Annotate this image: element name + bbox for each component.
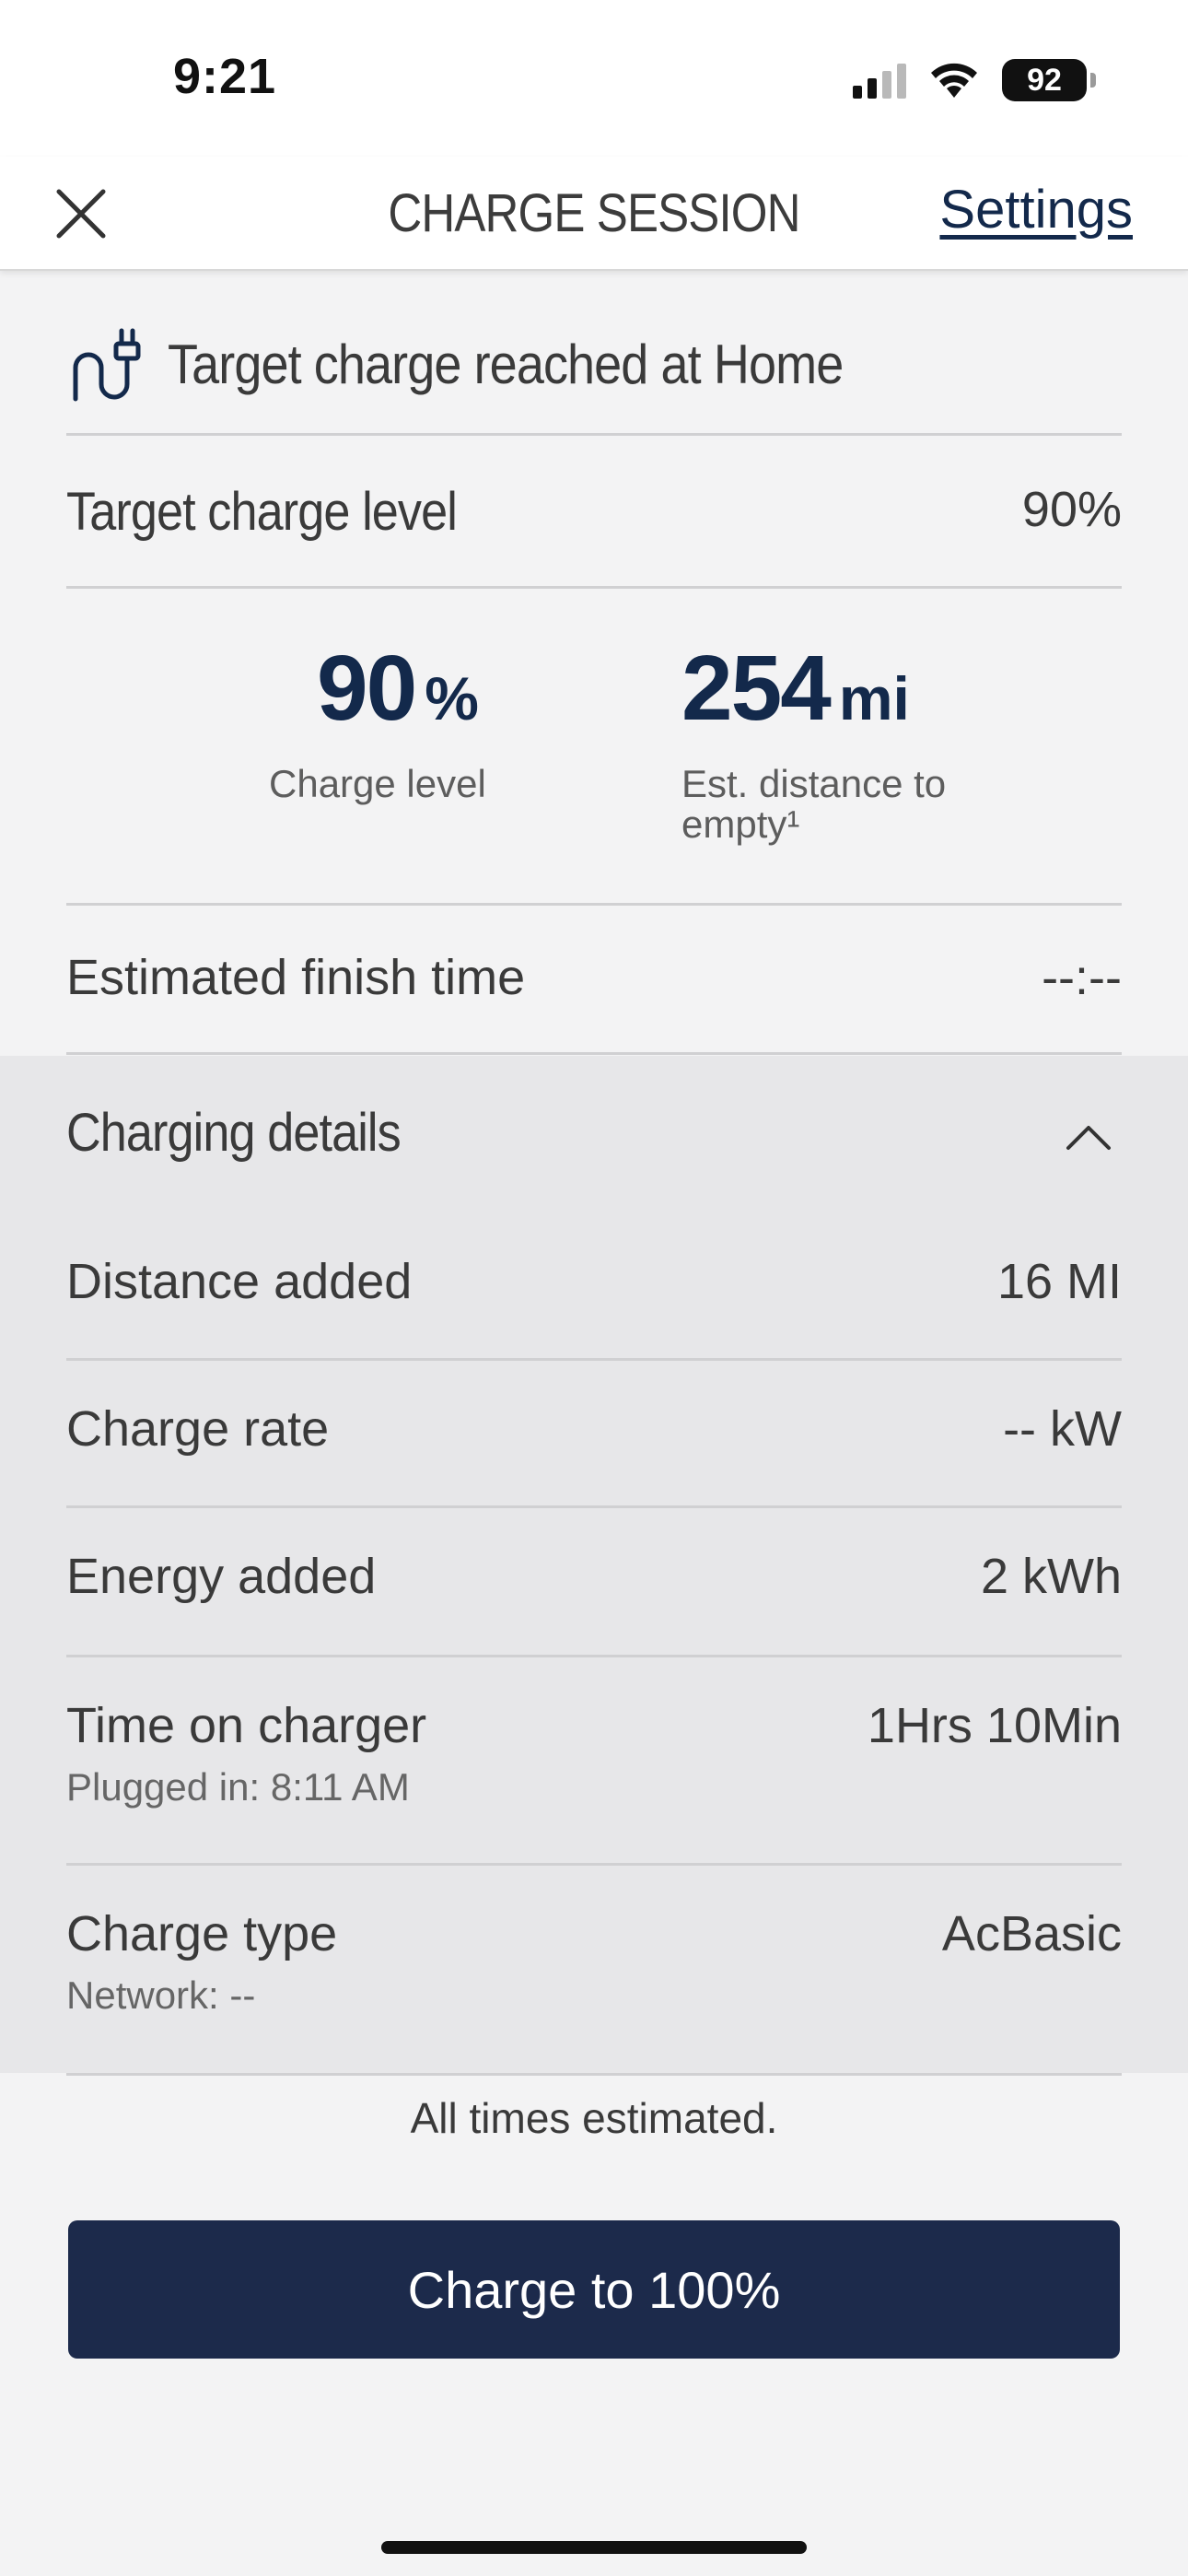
estimate-footnote: All times estimated. <box>410 2094 778 2142</box>
detail-row-charge-type: Charge type Network: -- AcBasic <box>66 1905 1122 2018</box>
divider <box>66 1505 1122 1508</box>
finish-time-value: --:-- <box>1042 950 1122 1005</box>
target-charge-row[interactable]: Target charge level 90% <box>66 481 1122 543</box>
battery-icon: 92 <box>1002 59 1096 101</box>
battery-level: 92 <box>1027 62 1062 98</box>
charge-status-text: Target charge reached at Home <box>168 333 844 395</box>
target-charge-value: 90% <box>1021 482 1122 537</box>
detail-row-energy-added: Energy added 2 kWh <box>66 1548 1122 1605</box>
cellular-signal-icon <box>853 62 906 99</box>
divider <box>66 1863 1122 1866</box>
detail-sublabel: Network: -- <box>66 1973 256 2017</box>
range-caption: Est. distance to empty¹ <box>681 760 946 849</box>
detail-value: -- kW <box>1003 1401 1122 1457</box>
detail-row-time-on-charger: Time on charger Plugged in: 8:11 AM 1Hrs… <box>66 1697 1122 1809</box>
detail-value: 2 kWh <box>980 1549 1122 1604</box>
finish-time-row: Estimated finish time --:-- <box>66 949 1122 1006</box>
finish-time-label: Estimated finish time <box>66 950 526 1005</box>
charging-details-title: Charging details <box>66 1103 402 1163</box>
settings-link[interactable]: Settings <box>939 179 1133 240</box>
charge-level-caption: Charge level <box>269 762 486 805</box>
charge-session-screen: 9:21 92 CHARGE SESSION Settings Target c… <box>0 0 1188 2576</box>
status-time: 9:21 <box>173 49 277 104</box>
target-charge-label: Target charge level <box>66 482 458 542</box>
wifi-icon <box>931 63 977 98</box>
detail-label: Charge rate <box>66 1401 330 1457</box>
chevron-up-icon <box>1066 1126 1111 1150</box>
home-indicator[interactable] <box>381 2541 807 2554</box>
detail-value: 1Hrs 10Min <box>867 1698 1122 1753</box>
top-nav-bar: CHARGE SESSION Settings <box>0 157 1188 271</box>
charge-level-value: 90 <box>317 637 417 740</box>
range-unit: mi <box>838 664 910 732</box>
charging-details-toggle[interactable]: Charging details <box>66 1102 1122 1176</box>
detail-label: Energy added <box>66 1549 377 1604</box>
charge-level-unit: % <box>425 664 479 732</box>
detail-row-charge-rate: Charge rate -- kW <box>66 1400 1122 1458</box>
plug-icon <box>73 328 141 402</box>
charge-to-100-button[interactable]: Charge to 100% <box>68 2220 1120 2359</box>
detail-sublabel: Plugged in: 8:11 AM <box>66 1765 410 1809</box>
detail-label: Distance added <box>66 1254 413 1309</box>
divider <box>66 1358 1122 1361</box>
divider <box>66 1655 1122 1657</box>
divider <box>66 1052 1122 1055</box>
charge-status-notice: Target charge reached at Home <box>66 313 1122 415</box>
divider <box>66 903 1122 906</box>
range-value: 254 <box>681 637 832 740</box>
charge-level-stat: 90 % Charge level <box>269 636 486 808</box>
detail-value: AcBasic <box>941 1906 1122 1961</box>
divider <box>66 2073 1122 2076</box>
status-icons: 92 <box>853 57 1096 103</box>
range-stat: 254 mi Est. distance to empty¹ <box>681 636 946 849</box>
divider <box>66 433 1122 436</box>
detail-value: 16 MI <box>996 1254 1122 1309</box>
divider <box>66 586 1122 589</box>
status-bar: 9:21 92 <box>0 0 1188 157</box>
detail-row-distance-added: Distance added 16 MI <box>66 1253 1122 1310</box>
charge-stats: 90 % Charge level 254 mi Est. distance t… <box>0 636 1188 857</box>
